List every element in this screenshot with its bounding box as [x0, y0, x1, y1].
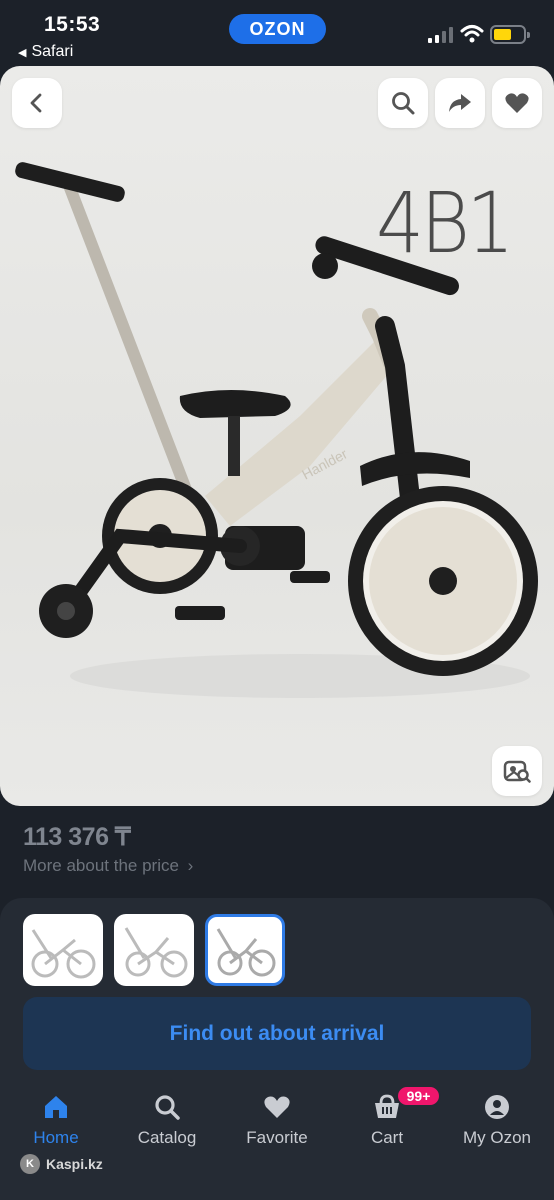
thumbnail-3-selected[interactable] — [205, 914, 285, 986]
image-label-4b1: 4B1 — [376, 174, 514, 272]
tab-home[interactable]: Home — [11, 1092, 101, 1148]
back-triangle-icon: ◀ — [18, 47, 27, 59]
thumbnail-2[interactable] — [114, 914, 194, 986]
tab-my-ozon[interactable]: My Ozon — [452, 1092, 542, 1148]
image-search-button[interactable] — [492, 746, 542, 796]
tab-catalog[interactable]: Catalog — [122, 1092, 212, 1148]
product-price: 113 376 ₸ — [23, 823, 131, 851]
back-icon — [30, 93, 42, 113]
battery-icon — [490, 25, 530, 44]
more-about-price-label: More about the price — [23, 856, 179, 875]
find-out-about-arrival-button[interactable]: Find out about arrival — [23, 997, 531, 1070]
heart-icon — [505, 93, 529, 113]
tab-catalog-label: Catalog — [137, 1128, 197, 1147]
thumbnail-1[interactable] — [23, 914, 103, 986]
image-search-icon — [503, 760, 531, 783]
tab-favorite-label: Favorite — [246, 1128, 308, 1147]
status-bar: 15:53 ◀ Safari OZON — [0, 0, 554, 66]
share-icon — [449, 94, 471, 112]
cart-count-badge: 99+ — [396, 1085, 441, 1107]
cellular-signal-icon — [428, 27, 453, 43]
back-to-safari[interactable]: ◀ Safari — [18, 43, 73, 61]
status-time: 15:53 — [44, 13, 101, 36]
ozon-pill: OZON — [229, 14, 326, 44]
back-app-label: Safari — [31, 43, 74, 60]
tab-favorite[interactable]: Favorite — [232, 1092, 322, 1148]
search-icon — [155, 1095, 180, 1120]
tab-home-label: Home — [33, 1128, 79, 1147]
more-about-price-link[interactable]: More about the price › — [23, 856, 193, 876]
favorite-button[interactable] — [492, 78, 542, 128]
search-button[interactable] — [378, 78, 428, 128]
tab-cart-label: Cart — [370, 1128, 404, 1147]
wifi-icon — [460, 25, 484, 43]
heart-icon — [264, 1096, 290, 1118]
back-button[interactable] — [12, 78, 62, 128]
watermark-text: Kaspi.kz — [46, 1156, 103, 1172]
home-icon — [45, 1096, 67, 1118]
bike-thumbnail-icon — [216, 928, 276, 977]
tab-my-ozon-label: My Ozon — [462, 1128, 532, 1147]
battery-level — [494, 29, 511, 40]
bike-thumbnail-icon — [31, 929, 96, 979]
kaspi-watermark: K Kaspi.kz — [20, 1154, 103, 1174]
profile-icon — [485, 1095, 509, 1119]
bike-thumbnail-icon — [124, 927, 188, 978]
kaspi-logo-icon: K — [20, 1154, 40, 1174]
share-button[interactable] — [435, 78, 485, 128]
search-icon — [392, 92, 415, 115]
chevron-right-icon: › — [187, 856, 194, 875]
product-image[interactable]: 4B1 Hanlder — [0, 66, 554, 806]
